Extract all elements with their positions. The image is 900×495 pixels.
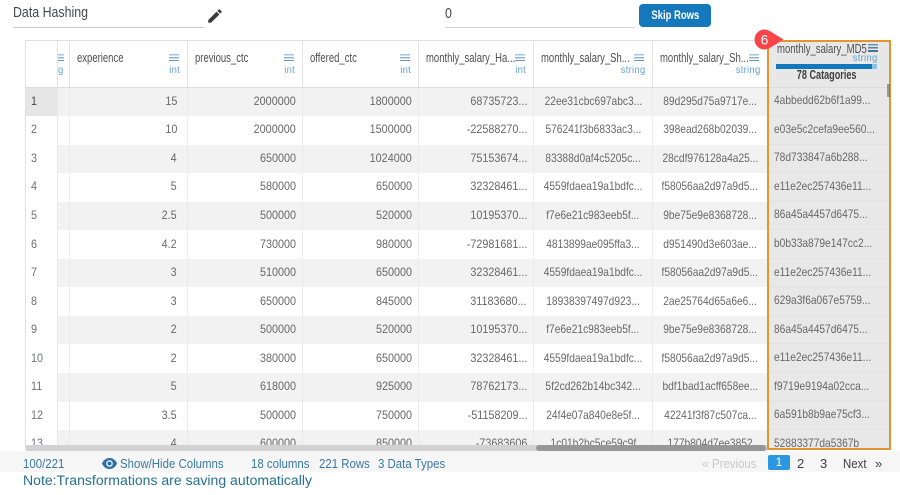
svg-text:6: 6 [761,32,769,47]
